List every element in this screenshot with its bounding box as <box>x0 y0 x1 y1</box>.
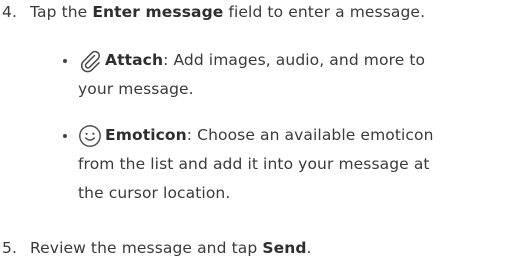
bullet-text-line: : Choose an available emoticon <box>186 126 434 144</box>
step-text: Tap the Enter message field to enter a m… <box>30 2 425 22</box>
step-text-bold: Send <box>262 239 307 257</box>
smiley-icon <box>78 124 102 152</box>
step-number: 5. <box>2 239 17 257</box>
bullet-dot <box>63 134 67 138</box>
paperclip-icon <box>78 49 102 77</box>
bullet-text-continued: from the list and add it into your messa… <box>78 155 430 173</box>
step-text-end: . <box>306 239 312 257</box>
step-number: 4. <box>2 3 17 21</box>
bullet-dot <box>63 59 67 63</box>
step-text-bold: Enter message <box>92 3 224 21</box>
bullet-text: Emoticon: Choose an available emoticon <box>105 125 434 145</box>
bullet-text-bold: Emoticon <box>105 126 187 144</box>
step-text-start: Review the message and tap <box>30 239 263 257</box>
step-text-end: field to enter a message. <box>223 3 426 21</box>
bullet-text: Attach: Add images, audio, and more to <box>105 50 425 70</box>
bullet-text-continued: the cursor location. <box>78 184 231 202</box>
step-text-start: Tap the <box>30 3 93 21</box>
bullet-text-bold: Attach <box>105 51 164 69</box>
bullet-text-line: : Add images, audio, and more to <box>163 51 426 69</box>
step-text: Review the message and tap Send. <box>30 238 312 258</box>
bullet-text-continued: your message. <box>78 80 194 98</box>
